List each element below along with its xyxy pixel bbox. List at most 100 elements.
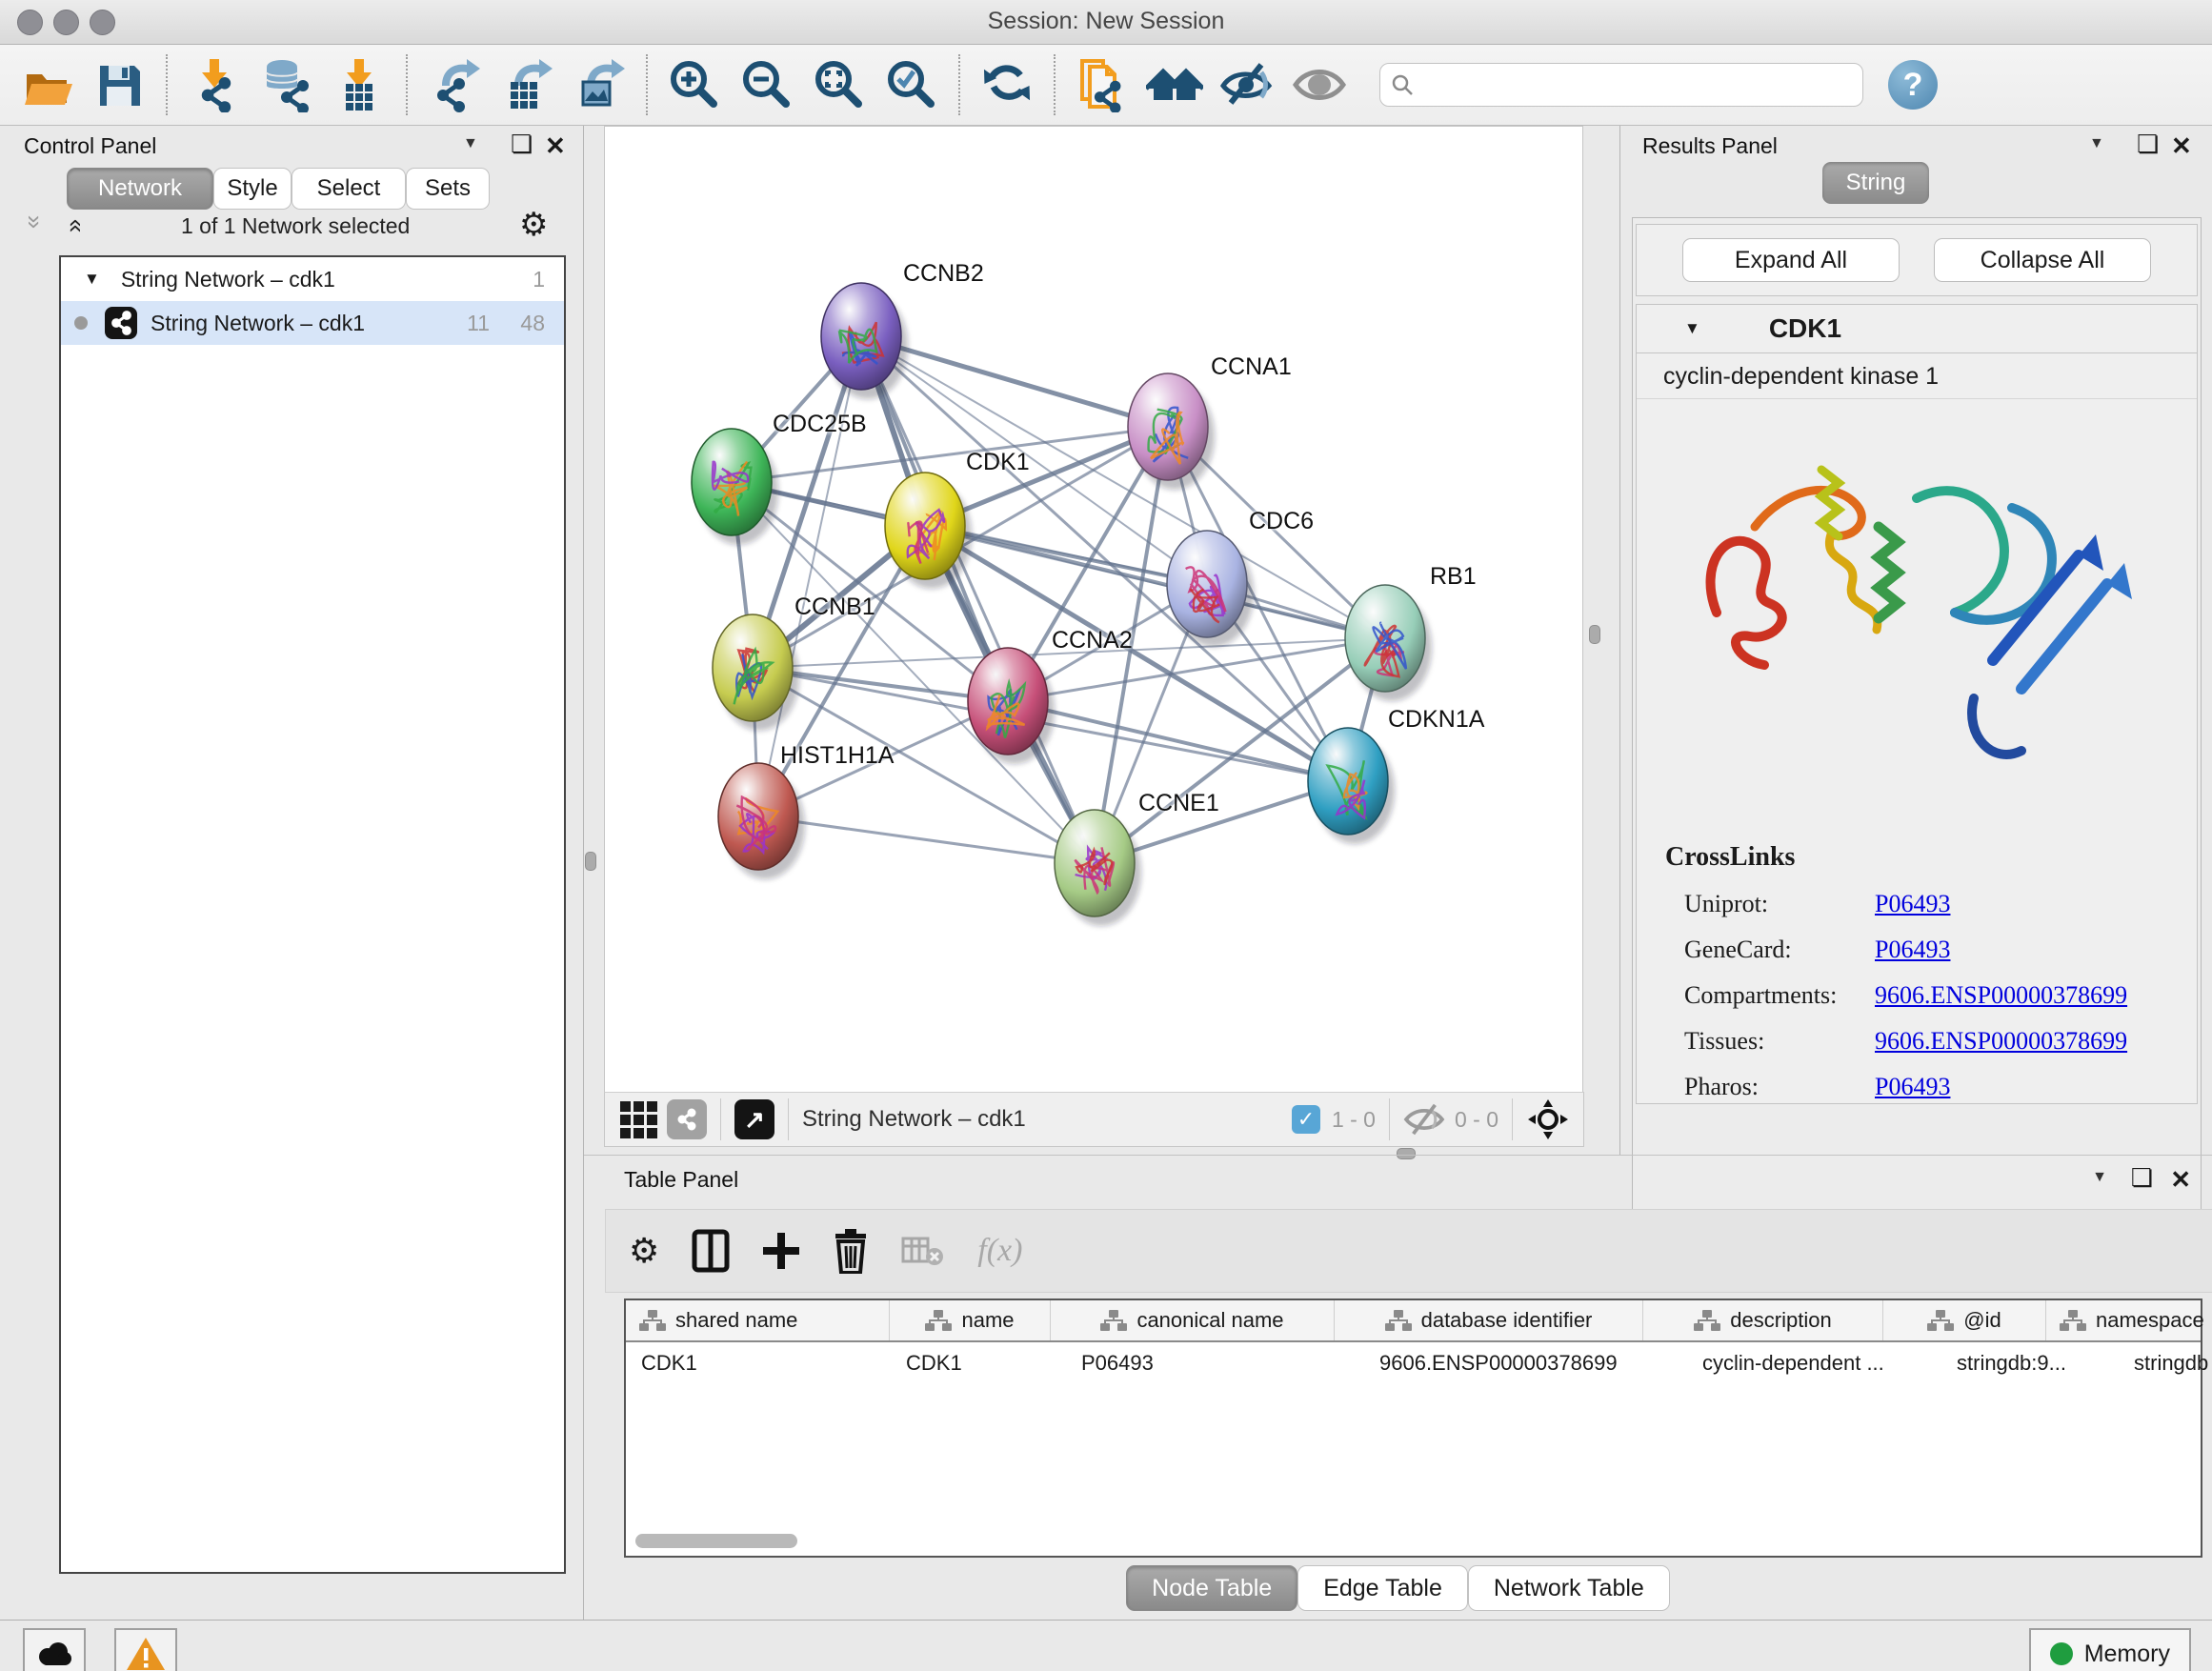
export-table-icon[interactable] <box>497 55 556 114</box>
export-network-icon[interactable] <box>425 55 484 114</box>
warning-status-button[interactable] <box>114 1628 177 1671</box>
import-table-file-icon[interactable] <box>330 55 389 114</box>
table-panel-close-icon[interactable]: ✕ <box>2170 1165 2191 1195</box>
open-session-icon[interactable] <box>17 55 76 114</box>
tab-node-table[interactable]: Node Table <box>1126 1565 1297 1611</box>
show-columns-icon[interactable] <box>692 1229 730 1273</box>
function-builder-icon[interactable]: f(x) <box>977 1233 1022 1269</box>
tab-sets[interactable]: Sets <box>406 168 490 210</box>
birdseye-crosshair-icon[interactable] <box>1526 1097 1570 1141</box>
string-home-icon[interactable] <box>1145 55 1204 114</box>
cloud-status-button[interactable] <box>23 1628 86 1671</box>
column-header[interactable]: database identifier <box>1335 1300 1643 1340</box>
gene-collapse-icon[interactable]: ▼ <box>1684 319 1700 338</box>
column-header[interactable]: canonical name <box>1051 1300 1335 1340</box>
network-node-CCNB2[interactable] <box>821 283 901 390</box>
help-icon[interactable]: ? <box>1888 60 1938 110</box>
hidden-counts: 0 - 0 <box>1455 1107 1498 1133</box>
horizontal-scrollbar[interactable] <box>635 1534 797 1548</box>
search-input[interactable] <box>1415 71 1819 98</box>
table-panel-float-icon[interactable]: ❏ <box>2131 1163 2153 1193</box>
right-splitter-handle[interactable] <box>1589 625 1600 644</box>
table-settings-gear-icon[interactable]: ⚙ <box>629 1231 659 1271</box>
save-session-icon[interactable] <box>90 55 149 114</box>
memory-button[interactable]: Memory <box>2029 1628 2191 1671</box>
import-network-database-icon[interactable] <box>257 55 316 114</box>
tab-network-table[interactable]: Network Table <box>1468 1565 1670 1611</box>
export-image-icon[interactable] <box>570 55 629 114</box>
zoom-in-icon[interactable] <box>665 55 724 114</box>
results-tab-string[interactable]: String <box>1822 162 1929 204</box>
import-network-file-icon[interactable] <box>185 55 244 114</box>
results-panel-float-icon[interactable]: ❏ <box>2137 130 2159 159</box>
network-edge[interactable] <box>758 816 1095 863</box>
network-canvas[interactable]: CCNB2CCNA1CDC25BCDK1CDC6RB1CCNB1CCNA2CDK… <box>604 126 1583 1094</box>
crosslink-pharos-link[interactable]: P06493 <box>1875 1073 1950 1101</box>
search-field[interactable] <box>1379 63 1863 107</box>
results-panel-menu-icon[interactable]: ▼ <box>2089 135 2104 152</box>
network-node-count: 11 <box>467 311 490 336</box>
expand-all-button[interactable]: Expand All <box>1682 238 1900 282</box>
collapse-all-button[interactable]: Collapse All <box>1934 238 2151 282</box>
crosslink-compartments-link[interactable]: 9606.ENSP00000378699 <box>1875 981 2127 1010</box>
control-panel-close-icon[interactable]: ✕ <box>545 131 566 161</box>
results-panel-close-icon[interactable]: ✕ <box>2171 131 2192 161</box>
selected-checkbox-icon[interactable]: ✓ <box>1292 1105 1320 1134</box>
network-node-CDK1[interactable] <box>885 473 965 579</box>
cell-id[interactable]: stringdb:9... <box>1941 1351 2119 1376</box>
table-panel-title: Table Panel <box>624 1167 738 1193</box>
control-panel-float-icon[interactable]: ❏ <box>511 130 533 159</box>
cell-shared-name[interactable]: CDK1 <box>626 1351 891 1376</box>
network-edge[interactable] <box>861 336 1095 863</box>
table-row[interactable]: CDK1 CDK1 P06493 9606.ENSP00000378699 cy… <box>626 1342 2201 1384</box>
hide-glass-eye-icon[interactable] <box>1217 55 1277 114</box>
protein-structure-image <box>1679 413 2155 813</box>
tab-select[interactable]: Select <box>292 168 406 210</box>
crosslink-uniprot-link[interactable]: P06493 <box>1875 890 1950 918</box>
network-node-CCNA2[interactable] <box>968 648 1048 755</box>
tab-style[interactable]: Style <box>213 168 292 210</box>
show-eye-icon[interactable] <box>1290 55 1349 114</box>
collapse-all-icon[interactable]: » <box>29 210 42 235</box>
crosslink-row: Tissues: 9606.ENSP00000378699 <box>1665 1027 2197 1056</box>
cell-namespace[interactable]: stringdb <box>2119 1351 2212 1376</box>
network-node-CDC6[interactable] <box>1167 531 1247 637</box>
expand-all-icon[interactable]: » <box>67 213 80 239</box>
tab-network[interactable]: Network <box>67 168 213 210</box>
network-collection-row[interactable]: ▼ String Network – cdk1 1 <box>61 257 564 301</box>
network-edge[interactable] <box>1008 701 1348 781</box>
delete-table-icon[interactable] <box>901 1235 945 1267</box>
zoom-fit-icon[interactable] <box>810 55 869 114</box>
control-panel-menu-icon[interactable]: ▼ <box>463 135 478 152</box>
grid-view-icon[interactable] <box>620 1101 657 1138</box>
refresh-icon[interactable] <box>977 55 1036 114</box>
tab-edge-table[interactable]: Edge Table <box>1297 1565 1468 1611</box>
cell-canonical-name[interactable]: P06493 <box>1066 1351 1364 1376</box>
cell-name[interactable]: CDK1 <box>891 1351 1066 1376</box>
collection-expand-icon[interactable]: ▼ <box>84 270 100 289</box>
add-column-icon[interactable] <box>762 1229 800 1273</box>
zoom-selected-icon[interactable] <box>882 55 941 114</box>
network-list: ▼ String Network – cdk1 1 String Network… <box>59 255 566 1574</box>
clone-network-icon[interactable] <box>1073 55 1132 114</box>
table-panel-menu-icon[interactable]: ▼ <box>2092 1169 2107 1186</box>
crosslink-tissues-link[interactable]: 9606.ENSP00000378699 <box>1875 1027 2127 1056</box>
network-row[interactable]: String Network – cdk1 11 48 <box>61 301 564 345</box>
crosslink-genecard-link[interactable]: P06493 <box>1875 936 1950 964</box>
cell-database-identifier[interactable]: 9606.ENSP00000378699 <box>1364 1351 1687 1376</box>
network-options-gear-icon[interactable]: ⚙ <box>519 206 548 244</box>
delete-column-trash-icon[interactable] <box>833 1228 869 1274</box>
detach-view-icon[interactable]: ↗ <box>734 1099 774 1139</box>
network-type-icon <box>105 307 137 339</box>
cell-description[interactable]: cyclin-dependent ... <box>1687 1351 1941 1376</box>
column-header[interactable]: name <box>890 1300 1051 1340</box>
zoom-out-icon[interactable] <box>737 55 796 114</box>
column-header[interactable]: namespace <box>2046 1300 2212 1340</box>
column-header[interactable]: shared name <box>626 1300 890 1340</box>
network-overview-icon[interactable] <box>667 1099 707 1139</box>
hidden-eye-icon[interactable] <box>1403 1103 1445 1136</box>
network-edge[interactable] <box>925 526 1385 638</box>
column-header[interactable]: description <box>1643 1300 1883 1340</box>
left-splitter-handle[interactable] <box>585 852 596 871</box>
column-header[interactable]: @id <box>1883 1300 2046 1340</box>
